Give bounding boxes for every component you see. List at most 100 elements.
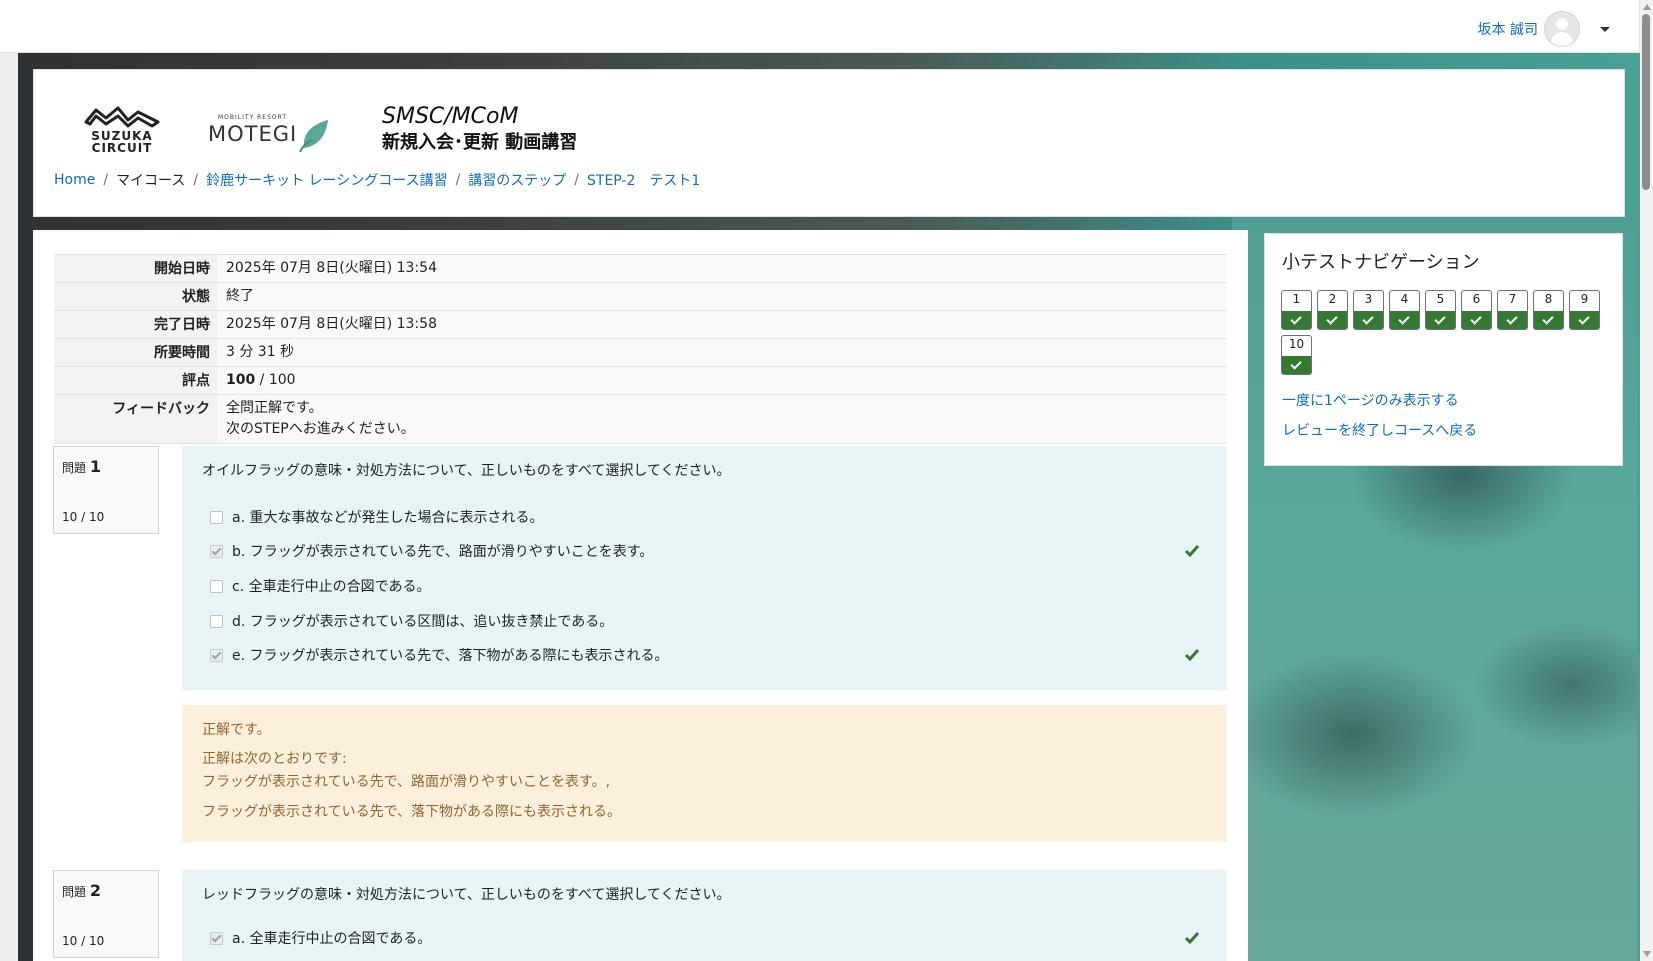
right-answer-line: フラッグが表示されている先で、落下物がある際にも表示される。 [202,804,622,820]
feedback-line: 全問正解です。 [226,400,323,416]
quiz-nav-number: 8 [1544,292,1553,306]
quiz-review-main: 開始日時 2025年 07月 8日(火曜日) 13:54 状態 終了 完了日時 … [33,230,1248,961]
quiz-nav-number: 2 [1328,292,1337,306]
quiz-nav-button-4[interactable]: 4 [1389,290,1420,330]
breadcrumb-separator: / [455,172,461,188]
question-label-text: 問題 [62,461,87,475]
summary-value: 2025年 07月 8日(火曜日) 13:58 [218,310,1227,339]
breadcrumb-separator: / [193,172,199,188]
site-title-line1: SMSC/MCoM [382,104,519,129]
question-label: 問題 1 [62,457,101,476]
correct-check-icon [1185,932,1199,945]
summary-value: 終了 [218,282,1227,311]
show-one-page-link[interactable]: 一度に1ページのみ表示する [1282,390,1459,410]
quiz-nav-button-2[interactable]: 2 [1317,290,1348,330]
question-mark: 10 / 10 [62,510,105,524]
quiz-nav-button-1[interactable]: 1 [1281,290,1312,330]
top-navbar: 坂本 誠司 [0,0,1640,53]
breadcrumb-home[interactable]: Home [54,172,95,188]
answer-checkbox[interactable] [210,648,223,662]
answer-text: a. 重大な事故などが発生した場合に表示される。 [232,510,544,526]
grade-score: 100 [226,372,256,388]
scroll-down-icon[interactable] [1643,951,1651,957]
answer-checkbox[interactable] [210,931,223,945]
attempt-summary-table: 開始日時 2025年 07月 8日(火曜日) 13:54 状態 終了 完了日時 … [54,254,1227,444]
breadcrumb-quiz[interactable]: STEP-2 テスト1 [587,170,700,190]
summary-label: 評点 [54,366,218,395]
quiz-nav-number: 3 [1364,292,1373,306]
correct-check-icon [1498,311,1527,329]
correct-check-icon [1318,311,1347,329]
page-header: SUZUKA CIRCUIT MOBILITY RESORT MOTEGI SM… [33,69,1625,217]
quiz-navigation-block: 小テストナビゲーション 1 2 3 4 5 6 7 8 9 10 一度に1ページ… [1264,233,1623,466]
motegi-logo-small-text: MOBILITY RESORT [218,114,288,121]
quiz-nav-button-8[interactable]: 8 [1533,290,1564,330]
quiz-nav-button-7[interactable]: 7 [1497,290,1528,330]
answer-checkbox[interactable] [210,510,223,524]
breadcrumb-separator: / [103,172,109,188]
question-number: 2 [89,881,101,900]
summary-row-feedback: フィードバック 全問正解です。 次のSTEPへお進みください。 [54,394,1227,444]
correct-check-icon [1534,311,1563,329]
question-number: 1 [89,457,101,476]
answer-option: d. フラッグが表示されている区間は、追い抜き禁止である。 [210,611,613,631]
question-text: オイルフラッグの意味・対処方法について、正しいものをすべて選択してください。 [202,463,731,479]
answer-text: e. フラッグが表示されている先で、落下物がある際にも表示される。 [232,648,669,664]
question-label: 問題 2 [62,881,101,900]
answer-option: e. フラッグが表示されている先で、落下物がある際にも表示される。 [210,645,669,665]
quiz-nav-button-3[interactable]: 3 [1353,290,1384,330]
breadcrumb-section[interactable]: 講習のステップ [468,170,566,190]
answer-checkbox[interactable] [210,614,223,628]
answer-option: a. 重大な事故などが発生した場合に表示される。 [210,507,543,527]
leaf-icon [299,120,328,153]
quiz-nav-number: 7 [1508,292,1517,306]
suzuka-circuit-logo[interactable]: SUZUKA CIRCUIT [82,104,162,156]
question-formulation: レッドフラッグの意味・対処方法について、正しいものをすべて選択してください。 a… [182,870,1227,961]
finish-review-link[interactable]: レビューを終了しコースへ戻る [1282,420,1477,440]
answer-option: a. 全車走行中止の合図である。 [210,928,431,948]
suzuka-logo-text: SUZUKA CIRCUIT [91,129,153,155]
breadcrumb-course[interactable]: 鈴鹿サーキット レーシングコース講習 [206,170,447,190]
answer-text: a. 全車走行中止の合図である。 [232,931,432,947]
answer-checkbox[interactable] [210,579,223,593]
question-info: 問題 2 10 / 10 [53,870,159,958]
quiz-nav-button-5[interactable]: 5 [1425,290,1456,330]
correct-check-icon [1390,311,1419,329]
answer-checkbox[interactable] [210,544,223,558]
summary-value: 2025年 07月 8日(火曜日) 13:54 [218,254,1227,283]
motegi-logo[interactable]: MOBILITY RESORT MOTEGI [208,114,338,156]
user-name[interactable]: 坂本 誠司 [1478,19,1538,39]
feedback-line: 次のSTEPへお進みください。 [226,421,415,437]
quiz-nav-button-6[interactable]: 6 [1461,290,1492,330]
quiz-nav-number: 4 [1400,292,1409,306]
summary-label: 開始日時 [54,254,218,283]
correct-check-icon [1185,545,1199,558]
grade-value: 100 / 100 [218,366,1227,395]
quiz-navigation-title: 小テストナビゲーション [1282,252,1480,273]
correct-check-icon [1282,356,1311,374]
quiz-nav-button-10[interactable]: 10 [1281,335,1312,375]
summary-label: 完了日時 [54,310,218,339]
page-scrollbar[interactable] [1639,0,1653,961]
correct-check-icon [1426,311,1455,329]
avatar[interactable] [1544,11,1580,47]
quiz-nav-number: 10 [1288,337,1305,351]
answer-text: b. フラッグが表示されている先で、路面が滑りやすいことを表す。 [232,544,654,560]
breadcrumb-my-courses: マイコース [116,173,186,189]
scrollbar-thumb[interactable] [1642,14,1650,190]
summary-label: フィードバック [54,394,218,444]
suzuka-track-icon [84,106,160,128]
right-answer-line: フラッグが表示されている先で、路面が滑りやすいことを表す。, [202,774,611,790]
chevron-down-icon[interactable] [1600,26,1610,32]
answer-option: b. フラッグが表示されている先で、路面が滑りやすいことを表す。 [210,541,653,561]
summary-label: 状態 [54,282,218,311]
scroll-up-icon[interactable] [1643,4,1651,10]
motegi-logo-text: MOTEGI [208,122,298,146]
correct-check-icon [1282,311,1311,329]
answer-text: d. フラッグが表示されている区間は、追い抜き禁止である。 [232,614,614,630]
summary-label: 所要時間 [54,338,218,367]
user-menu[interactable]: 坂本 誠司 [1478,11,1610,47]
correct-check-icon [1354,311,1383,329]
quiz-nav-button-9[interactable]: 9 [1569,290,1600,330]
right-answer-intro: 正解は次のとおりです: [202,751,347,767]
